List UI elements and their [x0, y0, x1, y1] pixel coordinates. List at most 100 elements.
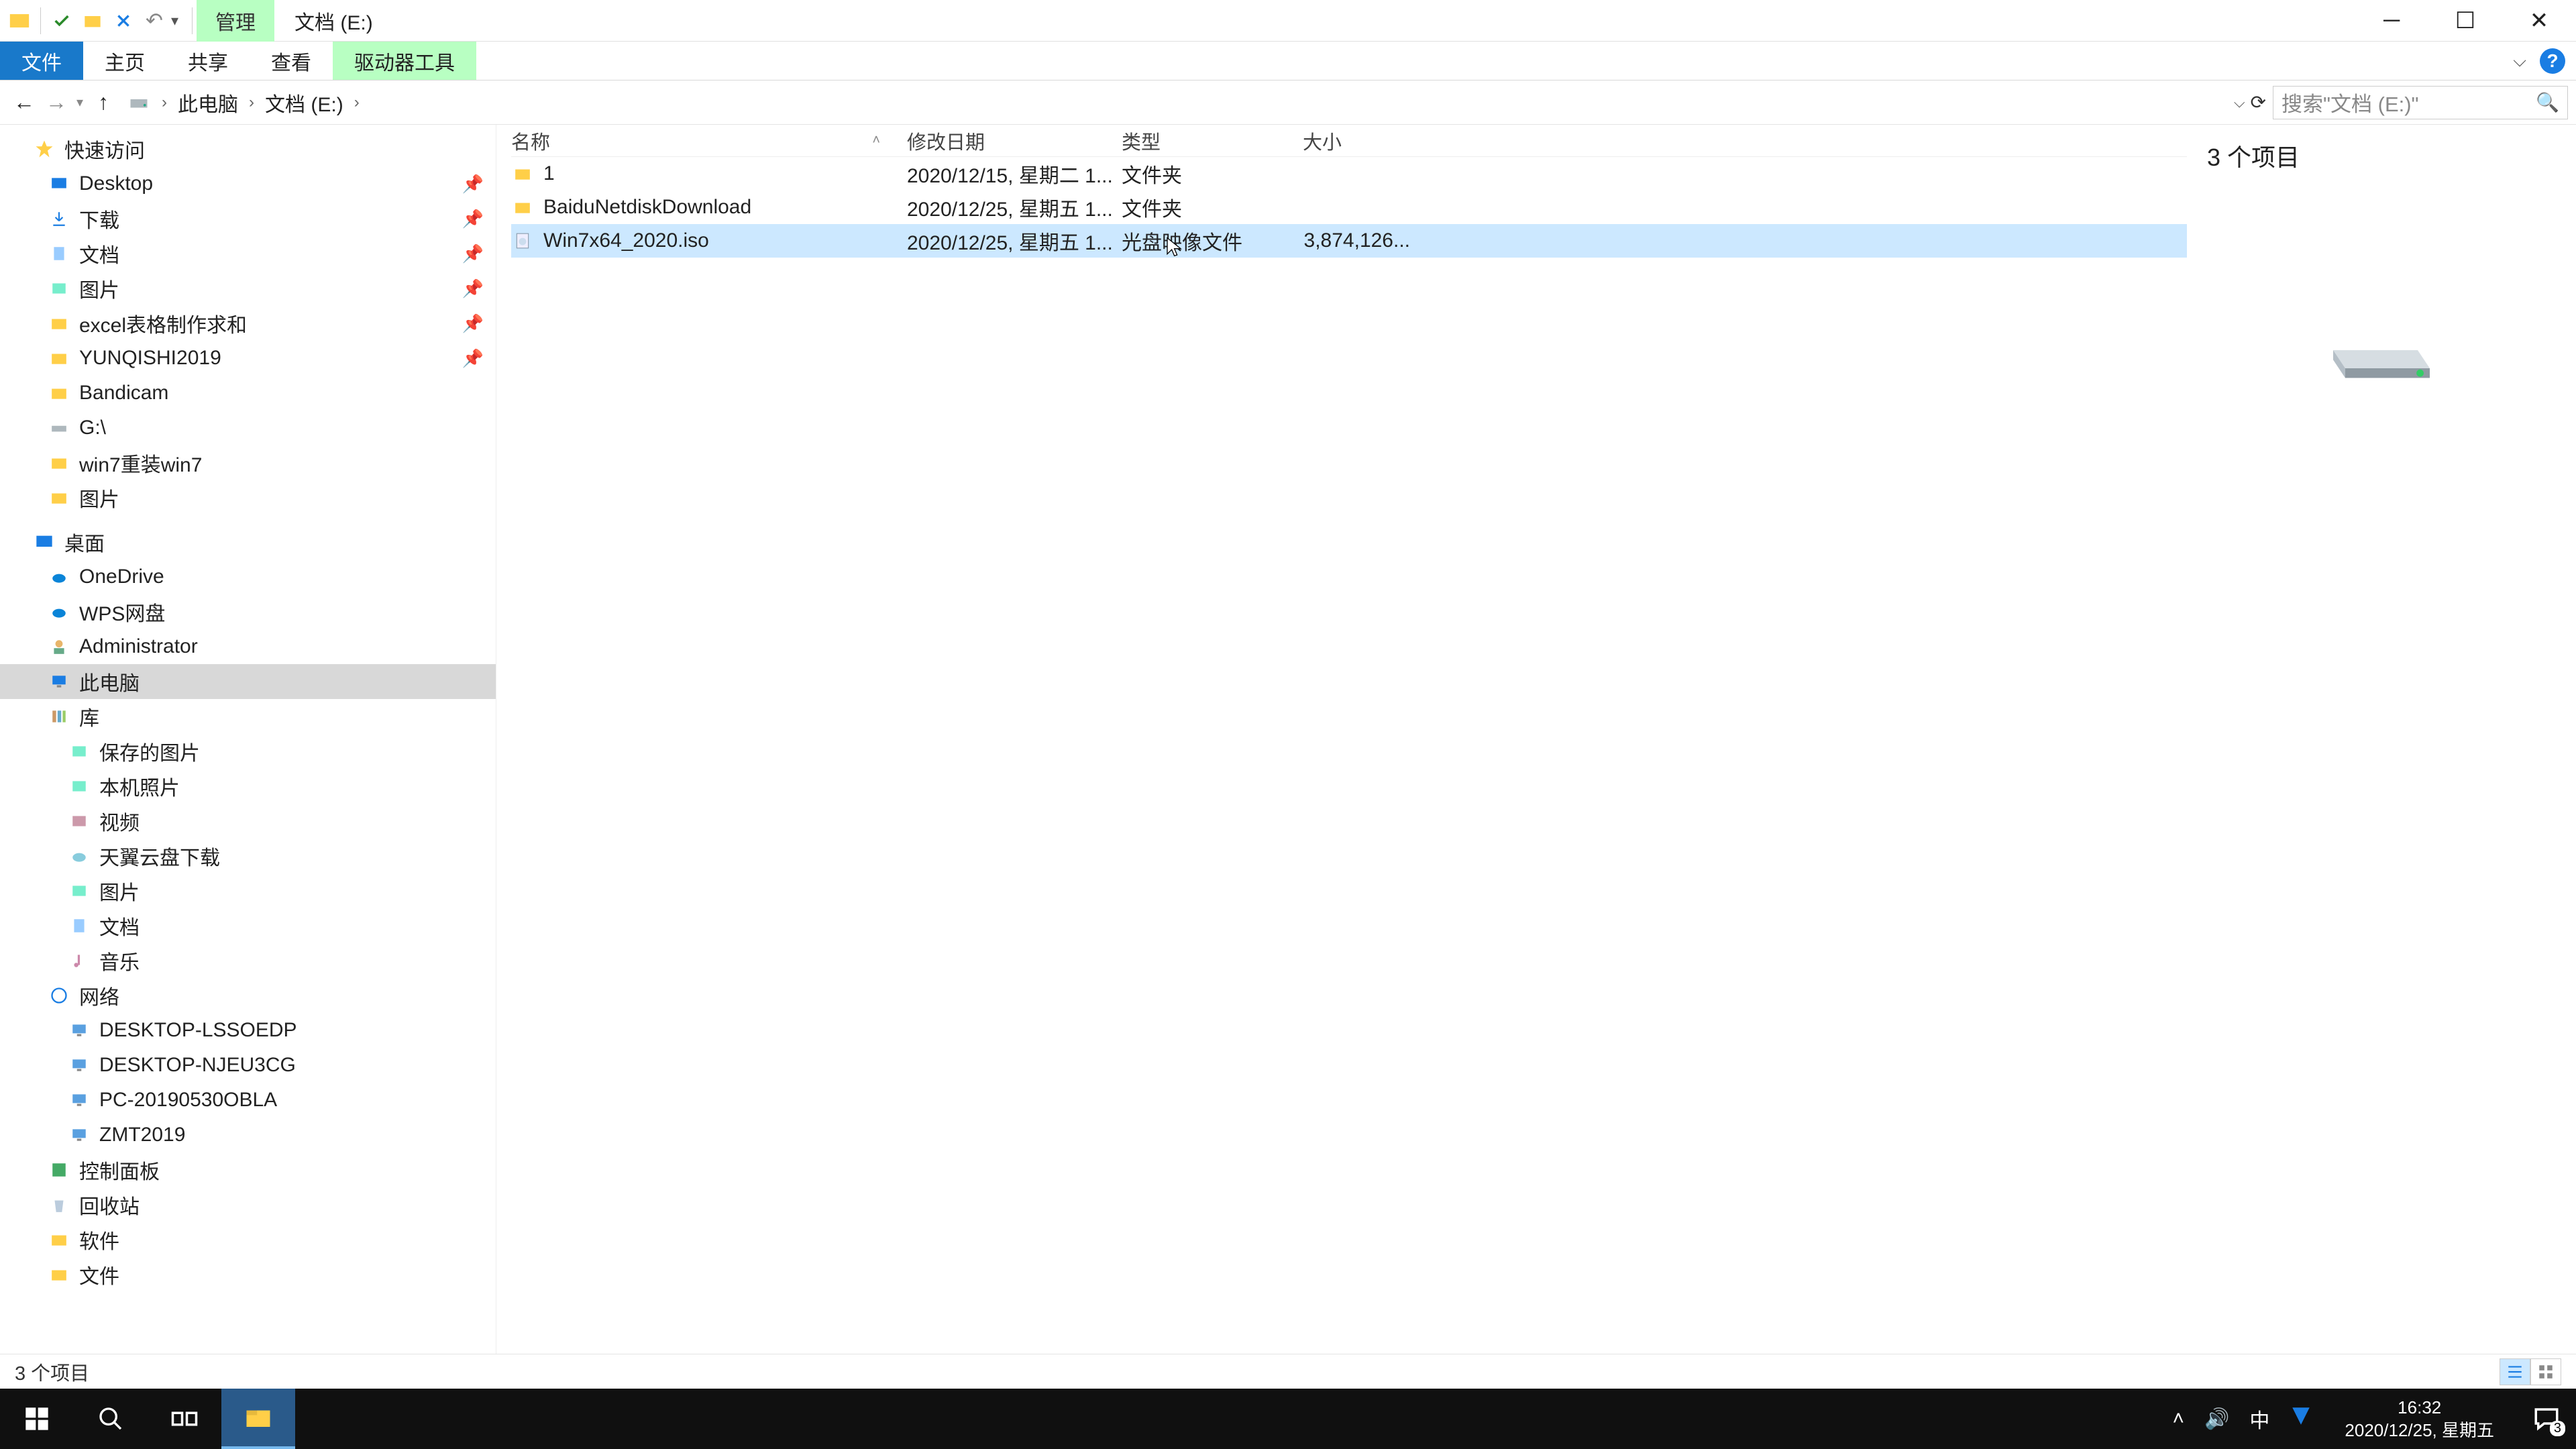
contextual-tab-manage[interactable]: 管理 — [197, 0, 274, 42]
taskbar-file-explorer[interactable] — [221, 1389, 295, 1449]
nav-library-item[interactable]: 图片 — [0, 873, 496, 908]
taskbar[interactable]: ˄ 🔊 中 16:32 2020/12/25, 星期五 3 — [0, 1389, 2576, 1449]
forward-button[interactable]: → — [40, 87, 72, 119]
tab-drive-tools[interactable]: 驱动器工具 — [333, 42, 476, 80]
nav-item-label: 本机照片 — [99, 771, 180, 801]
chevron-right-icon[interactable]: › — [162, 93, 167, 112]
back-button[interactable]: ← — [8, 87, 40, 119]
tray-chevron-up-icon[interactable]: ˄ — [2173, 1407, 2185, 1430]
file-row[interactable]: Win7x64_2020.iso2020/12/25, 星期五 1...光盘映像… — [511, 224, 2187, 258]
nav-item-label: 库 — [79, 702, 99, 731]
crumb-thispc[interactable]: 此电脑 — [178, 88, 238, 117]
nav-recycle-bin[interactable]: 回收站 — [0, 1187, 496, 1222]
volume-icon[interactable]: 🔊 — [2204, 1407, 2229, 1431]
nav-quick-item[interactable]: 图片 — [0, 480, 496, 515]
security-icon[interactable] — [2290, 1405, 2312, 1433]
nav-network-item[interactable]: DESKTOP-LSSOEDP — [0, 1013, 496, 1048]
nav-quick-item[interactable]: 下载📌 — [0, 201, 496, 236]
ime-indicator[interactable]: 中 — [2249, 1404, 2269, 1434]
action-center-button[interactable]: 3 — [2526, 1399, 2567, 1439]
nav-quick-item[interactable]: win7重装win7 — [0, 445, 496, 480]
tab-view[interactable]: 查看 — [250, 42, 333, 80]
nav-library-item[interactable]: 本机照片 — [0, 769, 496, 804]
help-icon[interactable]: ? — [2540, 48, 2565, 74]
nav-network[interactable]: 网络 — [0, 978, 496, 1013]
search-button[interactable] — [74, 1389, 148, 1449]
collapse-ribbon-icon[interactable]: ⌵ — [2513, 50, 2526, 72]
view-details-button[interactable] — [2500, 1358, 2530, 1385]
column-type[interactable]: 类型 — [1122, 127, 1303, 155]
nav-item-label: win7重装win7 — [79, 448, 202, 478]
nav-library-item[interactable]: 天翼云盘下载 — [0, 839, 496, 873]
nav-desktop-item[interactable]: Administrator — [0, 629, 496, 664]
nav-item-label: 此电脑 — [79, 667, 140, 696]
nav-item-label: 音乐 — [99, 946, 140, 975]
start-button[interactable] — [0, 1389, 74, 1449]
delete-icon[interactable] — [109, 7, 138, 35]
nav-desktop-item[interactable]: 此电脑 — [0, 664, 496, 699]
nav-software[interactable]: 软件 — [0, 1222, 496, 1257]
nav-quick-item[interactable]: 图片📌 — [0, 271, 496, 306]
address-dropdown-icon[interactable]: ⌵ — [2234, 94, 2245, 111]
doc-icon — [67, 914, 91, 938]
nav-library-item[interactable]: 音乐 — [0, 943, 496, 978]
properties-icon[interactable] — [48, 7, 76, 35]
explorer-app-icon[interactable] — [5, 7, 34, 35]
nav-item-label: OneDrive — [79, 566, 164, 588]
nav-quick-item[interactable]: Bandicam — [0, 376, 496, 411]
nav-control-panel[interactable]: 控制面板 — [0, 1152, 496, 1187]
task-view-button[interactable] — [148, 1389, 221, 1449]
nav-library-item[interactable]: 保存的图片 — [0, 734, 496, 769]
tab-share[interactable]: 共享 — [166, 42, 250, 80]
nav-network-item[interactable]: PC-20190530OBLA — [0, 1083, 496, 1118]
nav-desktop-item[interactable]: 库 — [0, 699, 496, 734]
refresh-icon[interactable]: ⟳ — [2251, 91, 2266, 113]
nav-network-item[interactable]: DESKTOP-NJEU3CG — [0, 1048, 496, 1083]
tab-home[interactable]: 主页 — [83, 42, 166, 80]
nav-quick-item[interactable]: 文档📌 — [0, 236, 496, 271]
maximize-button[interactable]: ☐ — [2428, 0, 2502, 42]
chevron-right-icon[interactable]: › — [249, 93, 254, 112]
view-thumbnails-button[interactable] — [2530, 1358, 2561, 1385]
up-button[interactable]: ↑ — [87, 87, 119, 119]
new-folder-icon[interactable] — [78, 7, 107, 35]
nav-library-item[interactable]: 视频 — [0, 804, 496, 839]
close-button[interactable]: ✕ — [2502, 0, 2576, 42]
history-dropdown-icon[interactable]: ▾ — [76, 94, 83, 111]
nav-desktop[interactable]: 桌面 — [0, 525, 496, 559]
search-icon[interactable]: 🔍 — [2536, 91, 2559, 113]
nav-quick-access[interactable]: 快速访问 — [0, 131, 496, 166]
tab-file[interactable]: 文件 — [0, 42, 83, 80]
nav-quick-item[interactable]: G:\ — [0, 411, 496, 445]
qat-dropdown-icon[interactable]: ▾ — [171, 12, 178, 30]
navigation-pane[interactable]: 快速访问 Desktop📌下载📌文档📌图片📌excel表格制作求和📌YUNQIS… — [0, 125, 496, 1354]
undo-icon[interactable]: ↶ — [140, 7, 168, 35]
nav-network-item[interactable]: ZMT2019 — [0, 1118, 496, 1152]
nav-quick-item[interactable]: Desktop📌 — [0, 166, 496, 201]
nav-desktop-item[interactable]: WPS网盘 — [0, 594, 496, 629]
search-input[interactable]: 搜索"文档 (E:)" 🔍 — [2273, 86, 2568, 119]
nav-quick-item[interactable]: YUNQISHI2019📌 — [0, 341, 496, 376]
iso-icon — [511, 229, 534, 252]
nav-item-label: 图片 — [99, 876, 140, 906]
column-size[interactable]: 大小 — [1303, 127, 1410, 155]
file-row[interactable]: 12020/12/15, 星期二 1...文件夹 — [511, 157, 2187, 191]
column-date[interactable]: 修改日期 — [907, 127, 1122, 155]
taskbar-clock[interactable]: 16:32 2020/12/25, 星期五 — [2332, 1396, 2506, 1442]
file-list-pane[interactable]: 名称˄ 修改日期 类型 大小 12020/12/15, 星期二 1...文件夹B… — [496, 125, 2187, 1354]
nav-documents[interactable]: 文件 — [0, 1257, 496, 1292]
folder-icon — [47, 1228, 71, 1252]
file-size: 3,874,126... — [1303, 229, 1410, 252]
file-row[interactable]: BaiduNetdiskDownload2020/12/25, 星期五 1...… — [511, 191, 2187, 224]
file-date: 2020/12/25, 星期五 1... — [907, 193, 1122, 222]
crumb-drive[interactable]: 文档 (E:) — [265, 88, 343, 117]
column-name[interactable]: 名称˄ — [511, 127, 907, 155]
nav-desktop-item[interactable]: OneDrive — [0, 559, 496, 594]
nav-library-item[interactable]: 文档 — [0, 908, 496, 943]
minimize-button[interactable]: ─ — [2355, 0, 2428, 42]
folder-icon — [511, 162, 534, 185]
nav-item-label: Bandicam — [79, 382, 168, 405]
chevron-right-icon[interactable]: › — [354, 93, 360, 112]
nav-quick-item[interactable]: excel表格制作求和📌 — [0, 306, 496, 341]
address-bar[interactable]: › 此电脑 › 文档 (E:) › — [119, 86, 2234, 119]
